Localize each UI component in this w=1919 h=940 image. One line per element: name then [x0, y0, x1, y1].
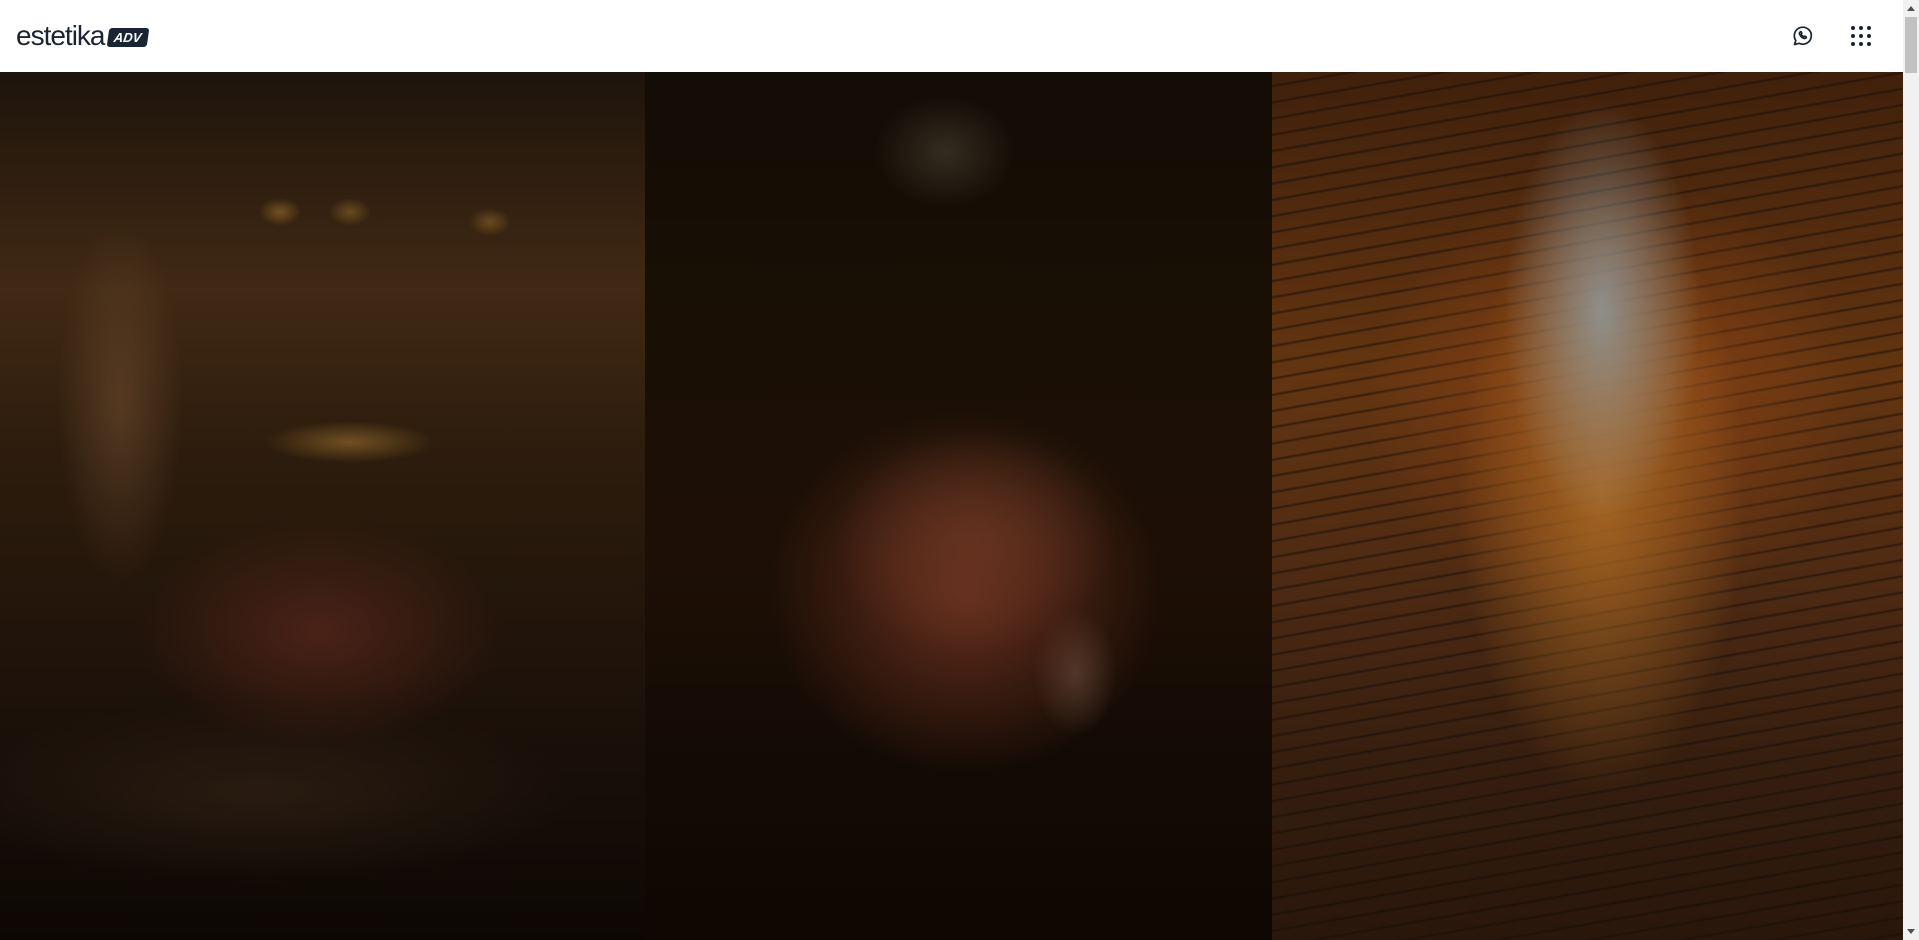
- panel-dim-overlay: [645, 72, 1272, 940]
- whatsapp-button[interactable]: [1789, 22, 1817, 50]
- scroll-down-arrow[interactable]: [1903, 923, 1919, 940]
- triangle-up-icon: [1907, 6, 1915, 11]
- apps-menu-button[interactable]: [1847, 22, 1875, 50]
- triangle-down-icon: [1907, 929, 1915, 934]
- brand-logo[interactable]: estetika ADV: [16, 20, 150, 52]
- scroll-up-arrow[interactable]: [1903, 0, 1919, 17]
- logo-badge: ADV: [106, 27, 150, 47]
- panel-dim-overlay: [0, 72, 645, 940]
- logo-wordmark: estetika: [16, 20, 105, 51]
- apps-grid-icon: [1851, 26, 1871, 46]
- site-header: estetika ADV: [0, 0, 1903, 72]
- page: estetika ADV: [0, 0, 1919, 940]
- hero-panel-seasoned-roast: [645, 72, 1272, 940]
- whatsapp-icon: [1793, 26, 1813, 46]
- panel-dim-overlay: [1272, 72, 1903, 940]
- vertical-scrollbar[interactable]: [1903, 0, 1919, 940]
- hero-panel-steak-pan: [0, 72, 645, 940]
- header-actions: [1789, 22, 1875, 50]
- scrollbar-thumb[interactable]: [1905, 17, 1917, 73]
- hero-panel-grill-flames: [1272, 72, 1903, 940]
- hero-video-collage: [0, 72, 1903, 940]
